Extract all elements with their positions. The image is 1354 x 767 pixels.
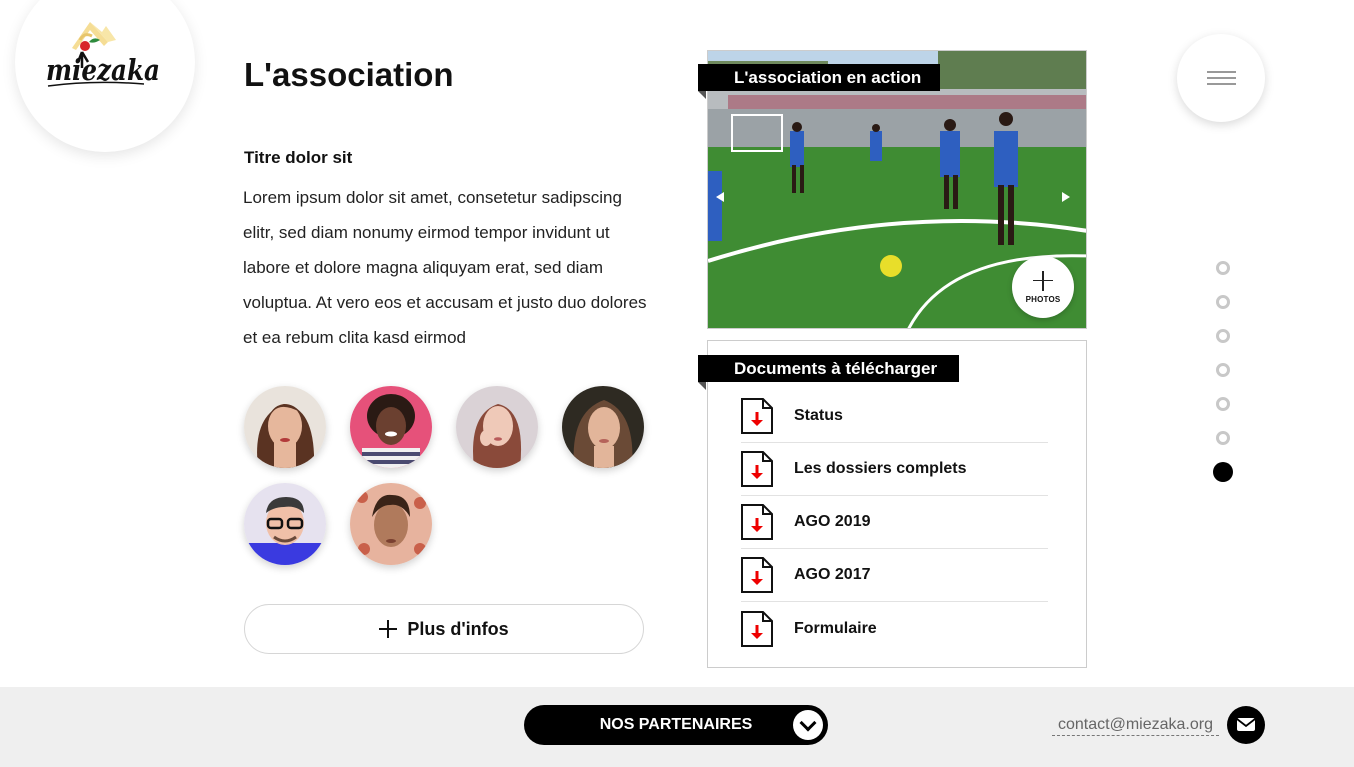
page-dot-7-active[interactable] (1213, 462, 1233, 482)
more-info-label: Plus d'infos (407, 618, 509, 639)
logo[interactable]: miezaka (44, 18, 164, 90)
download-file-icon (741, 451, 773, 487)
gallery-next-arrow[interactable] (1062, 192, 1070, 202)
section-subtitle: Titre dolor sit (244, 148, 353, 167)
document-item-status[interactable]: Status (741, 390, 1048, 443)
avatar[interactable] (350, 386, 432, 468)
gallery-title: L'association en action (698, 64, 940, 99)
document-item-formulaire[interactable]: Formulaire (741, 602, 1048, 655)
download-file-icon (741, 557, 773, 593)
hamburger-line (1207, 77, 1236, 79)
document-label: Status (794, 407, 843, 424)
partners-button[interactable]: NOS PARTENAIRES (524, 705, 828, 745)
partners-label: NOS PARTENAIRES (599, 716, 753, 733)
avatar[interactable] (244, 386, 326, 468)
document-label: Formulaire (794, 619, 877, 637)
page-dot-1[interactable] (1216, 261, 1230, 275)
avatar[interactable] (456, 386, 538, 468)
documents-title: Documents à télécharger (698, 355, 959, 390)
chevron-down-icon (793, 710, 823, 740)
envelope-icon (1236, 718, 1256, 731)
body-text: Lorem ipsum dolor sit amet, consetetur s… (243, 188, 647, 347)
menu-button[interactable] (1177, 34, 1265, 122)
document-label: AGO 2017 (794, 566, 871, 583)
plus-icon (379, 620, 398, 638)
document-label: Les dossiers complets (794, 460, 967, 477)
document-item-ago-2017[interactable]: AGO 2017 (741, 549, 1048, 602)
documents-list: Status Les dossiers complets AGO 2019 AG… (741, 390, 1048, 655)
page-dot-4[interactable] (1216, 363, 1230, 377)
plus-icon (1033, 270, 1053, 291)
document-item-dossiers[interactable]: Les dossiers complets (741, 443, 1048, 496)
download-file-icon (741, 504, 773, 540)
photos-button-label: PHOTOS (1025, 294, 1061, 304)
document-item-ago-2019[interactable]: AGO 2019 (741, 496, 1048, 549)
avatar[interactable] (244, 483, 326, 565)
page: miezaka L'association Titre dolor sit Lo… (0, 0, 1354, 767)
contact-email-link[interactable]: contact@miezaka.org (1052, 716, 1219, 736)
avatar[interactable] (350, 483, 432, 565)
mail-button[interactable] (1227, 706, 1265, 744)
document-label: AGO 2019 (794, 513, 871, 530)
hamburger-line (1207, 83, 1236, 85)
hamburger-line (1207, 71, 1236, 73)
page-dot-5[interactable] (1216, 397, 1230, 411)
page-dot-6[interactable] (1216, 431, 1230, 445)
page-dot-2[interactable] (1216, 295, 1230, 309)
avatar[interactable] (562, 386, 644, 468)
download-file-icon (741, 610, 773, 647)
photos-button[interactable]: PHOTOS (1012, 256, 1074, 318)
gallery-prev-arrow[interactable] (716, 192, 724, 202)
page-title: L'association (244, 56, 454, 93)
more-info-button[interactable]: Plus d'infos (244, 604, 644, 654)
download-file-icon (741, 398, 773, 434)
page-dot-3[interactable] (1216, 329, 1230, 343)
